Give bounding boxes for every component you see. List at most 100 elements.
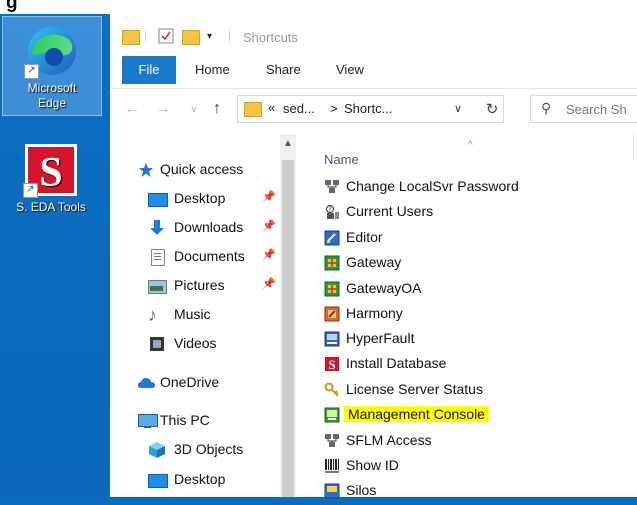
file-item-gateway[interactable]: Gateway — [324, 251, 401, 273]
nav-item-this-pc[interactable]: This PC — [138, 409, 210, 431]
recent-locations-chevron-icon[interactable]: ∨ — [190, 102, 198, 115]
partial-title-text: g — [6, 0, 18, 13]
svg-text:S: S — [39, 150, 62, 196]
file-item-current-users[interactable]: ? Current Users — [324, 200, 433, 222]
edge-icon: ↗ — [24, 23, 80, 79]
file-label-highlighted: Management Console — [344, 406, 489, 422]
file-item-management-console[interactable]: Management Console — [324, 403, 489, 425]
nav-item-desktop[interactable]: Desktop — [148, 187, 225, 209]
nav-label: This PC — [160, 412, 210, 428]
pin-icon[interactable]: 📌 — [262, 277, 276, 290]
tab-share[interactable]: Share — [266, 62, 301, 77]
file-item-silos[interactable]: Silos — [324, 479, 376, 501]
file-label: Current Users — [346, 203, 434, 219]
label-line: Microsoft — [27, 81, 77, 95]
network-keys-icon — [324, 179, 340, 195]
barcode-icon — [324, 458, 340, 474]
address-prefix: « — [268, 100, 276, 115]
nav-item-documents[interactable]: Documents — [148, 245, 245, 267]
up-arrow-icon[interactable]: ↑ — [213, 100, 221, 118]
star-icon — [138, 162, 156, 178]
refresh-icon[interactable]: ↻ — [482, 100, 502, 118]
hyperfault-app-icon — [324, 331, 340, 347]
title-bar: | ▾ | Shortcuts — [110, 14, 637, 54]
tab-home[interactable]: Home — [195, 62, 230, 77]
file-label: Editor — [346, 229, 383, 245]
nav-label: Pictures — [174, 277, 225, 293]
file-label: Silos — [346, 482, 377, 498]
nav-pane-scrollbar[interactable]: ▲ — [280, 134, 296, 497]
back-arrow-icon[interactable]: ← — [124, 100, 140, 118]
harmony-app-icon — [324, 306, 340, 322]
s-eda-logo-icon: S ↗ — [23, 142, 79, 198]
search-box[interactable]: ⚲ Search Sh — [530, 95, 637, 123]
pin-icon[interactable]: 📌 — [262, 248, 276, 261]
file-item-hyperfault[interactable]: HyperFault — [324, 327, 414, 349]
file-item-license-server-status[interactable]: License Server Status — [324, 378, 483, 400]
scrollbar-thumb[interactable] — [282, 160, 294, 497]
desktop-icon-s-eda-tools[interactable]: S ↗ S. EDA Tools — [2, 136, 100, 219]
column-header-name[interactable]: Name — [324, 152, 359, 167]
nav-label: Desktop — [174, 471, 226, 487]
nav-item-quick-access[interactable]: Quick access — [138, 158, 243, 180]
file-label: Gateway — [346, 254, 402, 270]
address-bar[interactable]: « sed... > Shortc... ∨ — [237, 95, 504, 123]
pictures-icon — [148, 278, 167, 295]
file-item-install-database[interactable]: S Install Database — [324, 352, 446, 374]
file-item-sflm-access[interactable]: SFLM Access — [324, 429, 432, 451]
svg-text:S: S — [328, 357, 335, 372]
desktop: ↗ Microsoft Edge S ↗ S. EDA Tools — [0, 14, 110, 497]
nav-item-downloads[interactable]: Downloads — [148, 216, 243, 238]
nav-item-onedrive[interactable]: OneDrive — [138, 371, 219, 393]
properties-icon[interactable] — [158, 28, 174, 46]
gateway-app-icon — [324, 255, 340, 271]
file-item-change-localsvr-password[interactable]: Change LocalSvr Password — [324, 175, 519, 197]
new-folder-icon[interactable] — [182, 28, 200, 46]
separator: | — [144, 28, 148, 42]
navigation-pane: Quick access Desktop 📌 Downloads 📌 Docum… — [110, 134, 300, 497]
nav-label: Documents — [174, 248, 245, 264]
file-label: HyperFault — [346, 330, 415, 346]
download-arrow-icon — [148, 220, 166, 236]
nav-item-music[interactable]: ♪ Music — [148, 303, 211, 325]
svg-text:?: ? — [328, 206, 332, 214]
desktop-icon-microsoft-edge[interactable]: ↗ Microsoft Edge — [2, 16, 102, 116]
file-label: Change LocalSvr Password — [346, 178, 519, 194]
file-item-editor[interactable]: Editor — [324, 226, 383, 248]
desktop-icon-label: S. EDA Tools — [16, 200, 86, 214]
nav-item-desktop-pc[interactable]: Desktop — [148, 468, 225, 490]
s-eda-logo-icon: S — [324, 356, 340, 372]
forward-arrow-icon[interactable]: → — [155, 100, 171, 118]
tab-view[interactable]: View — [336, 62, 364, 77]
folder-icon — [244, 102, 262, 117]
top-window-edge: g — [0, 0, 637, 14]
file-label: GatewayOA — [346, 280, 422, 296]
nav-label: OneDrive — [160, 374, 220, 390]
label-line: Edge — [37, 96, 67, 110]
nav-item-videos[interactable]: Videos — [148, 332, 217, 354]
desktop-icon-label: Microsoft Edge — [3, 81, 101, 115]
nav-item-3d-objects[interactable]: 3D Objects — [148, 438, 243, 460]
file-item-show-id[interactable]: Show ID — [324, 454, 399, 476]
file-item-gatewayoa[interactable]: GatewayOA — [324, 277, 421, 299]
nav-label: Music — [174, 306, 211, 322]
cube-icon — [148, 442, 166, 459]
key-chain-icon — [324, 382, 340, 398]
customize-qat-icon[interactable]: ▾ — [207, 31, 212, 49]
address-segment[interactable]: Shortc... — [344, 101, 392, 116]
management-console-app-icon — [324, 407, 340, 423]
shortcut-arrow-icon: ↗ — [24, 64, 39, 79]
nav-item-pictures[interactable]: Pictures — [148, 274, 225, 296]
address-row: ← → ∨ ↑ « sed... > Shortc... ∨ ↻ ⚲ Searc… — [110, 88, 637, 128]
file-label: Show ID — [346, 457, 399, 473]
pin-icon[interactable]: 📌 — [262, 219, 276, 232]
address-dropdown-chevron-icon[interactable]: ∨ — [454, 102, 462, 115]
nav-label: Downloads — [174, 219, 244, 235]
address-segment[interactable]: sed... — [283, 101, 315, 116]
document-icon — [148, 249, 166, 267]
file-item-harmony[interactable]: Harmony — [324, 302, 403, 324]
scroll-up-arrow-icon[interactable]: ▲ — [283, 138, 293, 149]
file-explorer-window: | ▾ | Shortcuts File Home Share View ← →… — [110, 14, 637, 499]
pin-icon[interactable]: 📌 — [262, 190, 276, 203]
tab-file[interactable]: File — [122, 56, 176, 84]
